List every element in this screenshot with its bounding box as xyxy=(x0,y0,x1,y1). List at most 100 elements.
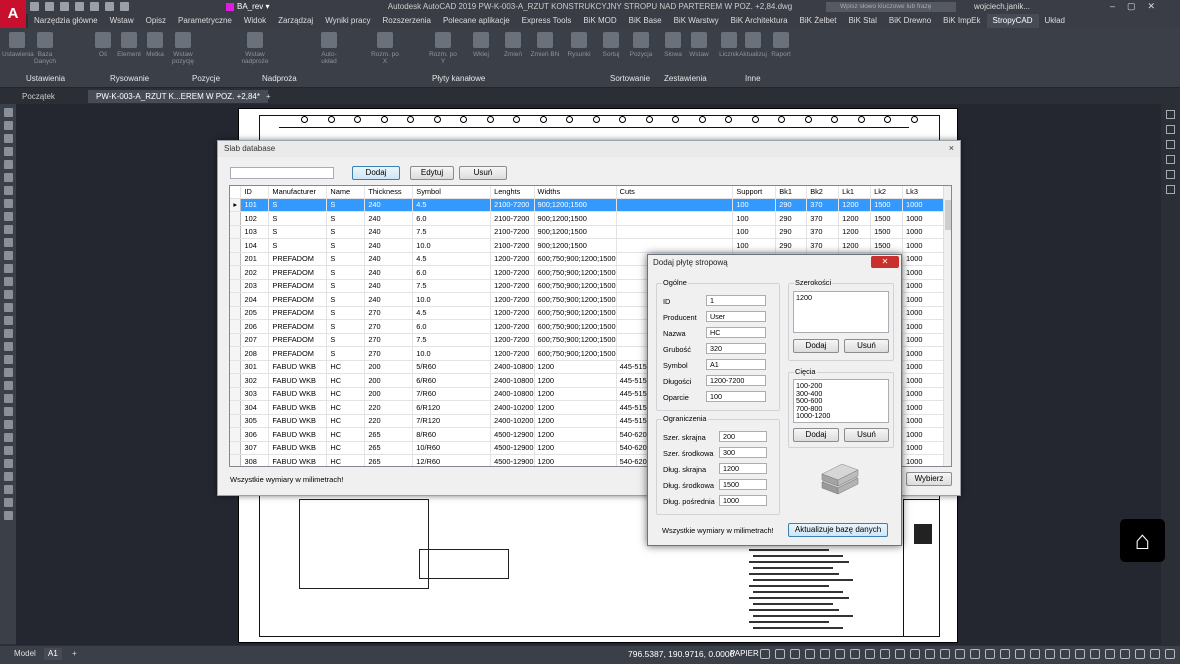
field-input[interactable]: 200 xyxy=(719,431,767,442)
row-header[interactable] xyxy=(230,427,242,442)
ribbon-tab-5[interactable]: Zarządzaj xyxy=(272,14,319,28)
user-account[interactable]: wojciech.janik... xyxy=(974,2,1030,11)
column-header[interactable]: Symbol xyxy=(412,186,492,199)
draw-tool-icon[interactable] xyxy=(3,225,13,234)
draw-tool-icon[interactable] xyxy=(3,459,13,468)
update-database-button[interactable]: Aktualizuje bazę danych xyxy=(788,523,888,537)
ribbon-button-0[interactable]: Ustawienia xyxy=(2,32,34,68)
column-header[interactable]: Bk1 xyxy=(775,186,808,199)
ribbon-button-7[interactable]: Auto-układ xyxy=(314,32,344,68)
status-toggle-icon[interactable] xyxy=(1105,649,1115,659)
save-as-icon[interactable] xyxy=(75,2,84,11)
draw-tool-icon[interactable] xyxy=(3,212,13,221)
ribbon-tab-8[interactable]: Polecane aplikacje xyxy=(437,14,516,28)
row-header[interactable] xyxy=(230,360,242,374)
ribbon-button-4[interactable]: Metka xyxy=(140,32,170,68)
steering-wheel-icon[interactable] xyxy=(1166,125,1175,134)
maximize-icon[interactable]: ▢ xyxy=(1127,1,1136,12)
status-toggle-icon[interactable] xyxy=(1030,649,1040,659)
ribbon-tab-9[interactable]: Express Tools xyxy=(516,14,578,28)
ribbon-button-11[interactable]: Zmień xyxy=(498,32,528,68)
ribbon-button-9[interactable]: Rozm. po Y xyxy=(428,32,458,68)
column-header[interactable]: Bk2 xyxy=(806,186,840,199)
row-header[interactable] xyxy=(230,319,242,334)
tab-start[interactable]: Początek xyxy=(14,90,63,103)
status-toggle-icon[interactable] xyxy=(850,649,860,659)
status-toggle-icon[interactable] xyxy=(955,649,965,659)
close-icon[interactable]: ✕ xyxy=(1148,1,1156,12)
draw-tool-icon[interactable] xyxy=(3,420,13,429)
app-menu-button[interactable]: A xyxy=(0,0,26,28)
ribbon-button-8[interactable]: Rozm. po X xyxy=(370,32,400,68)
ribbon-tab-13[interactable]: BiK Architektura xyxy=(725,14,794,28)
list-item[interactable]: 1200 xyxy=(796,294,886,302)
new-tab-button[interactable]: + xyxy=(258,90,279,103)
draw-tool-icon[interactable] xyxy=(3,316,13,325)
table-row[interactable]: 104 S S 240 10.0 2100-7200 900;1200;1500 100 290… xyxy=(230,238,951,253)
ribbon-tab-6[interactable]: Wyniki pracy xyxy=(319,14,376,28)
ribbon-button-6[interactable]: Wstaw nadproże xyxy=(240,32,270,68)
pan-icon[interactable] xyxy=(1166,140,1175,149)
table-row[interactable]: ▸ 101 S S 240 4.5 2100-7200 900;1200;1500 100 290… xyxy=(230,198,951,212)
ribbon-tab-12[interactable]: BiK Warstwy xyxy=(668,14,725,28)
field-input[interactable]: 1500 xyxy=(719,479,767,490)
ribbon-tab-17[interactable]: BiK ImpEk xyxy=(937,14,986,28)
showmotion-icon[interactable] xyxy=(1166,185,1175,194)
column-header[interactable]: ID xyxy=(240,186,270,199)
row-header[interactable] xyxy=(230,225,242,239)
ribbon-tab-0[interactable]: Narzędzia główne xyxy=(28,14,104,28)
undo-icon[interactable] xyxy=(105,2,114,11)
tab-drawing[interactable]: PW-K-003-A_RZUT K...EREM W POZ. +2,84* xyxy=(88,90,268,103)
row-header[interactable] xyxy=(230,306,242,320)
status-toggle-icon[interactable] xyxy=(880,649,890,659)
row-header[interactable] xyxy=(230,400,242,415)
delete-width-button[interactable]: Usuń xyxy=(844,339,889,353)
new-icon[interactable] xyxy=(30,2,39,11)
column-header[interactable]: Lk2 xyxy=(870,186,904,199)
search-input[interactable]: Wpisz słowo kluczowe lub frazę xyxy=(826,2,956,12)
field-input[interactable]: A1 xyxy=(706,359,766,370)
ribbon-button-17[interactable]: Wstaw xyxy=(684,32,714,68)
minimize-icon[interactable]: – xyxy=(1110,1,1115,12)
cuts-list[interactable]: 100-200 300-400 500-600 700-800 1000-1200 xyxy=(793,379,889,423)
row-header[interactable] xyxy=(230,387,242,401)
column-header[interactable]: Lk1 xyxy=(838,186,872,199)
status-toggle-icon[interactable] xyxy=(1000,649,1010,659)
status-toggle-icon[interactable] xyxy=(940,649,950,659)
draw-tool-icon[interactable] xyxy=(3,238,13,247)
redo-icon[interactable] xyxy=(120,2,129,11)
field-input[interactable]: 100 xyxy=(706,391,766,402)
status-toggle-icon[interactable] xyxy=(865,649,875,659)
ribbon-tab-14[interactable]: BiK Żelbet xyxy=(794,14,843,28)
column-header[interactable]: Name xyxy=(326,186,366,199)
delete-cut-button[interactable]: Usuń xyxy=(844,428,889,442)
column-header[interactable]: Manufacturer xyxy=(268,186,328,199)
row-header[interactable]: ▸ xyxy=(230,198,242,212)
draw-tool-icon[interactable] xyxy=(3,381,13,390)
field-input[interactable]: HC xyxy=(706,327,766,338)
draw-tool-icon[interactable] xyxy=(3,264,13,273)
row-header[interactable] xyxy=(230,238,242,253)
draw-tool-icon[interactable] xyxy=(3,407,13,416)
close-icon[interactable]: × xyxy=(949,143,954,153)
ribbon-button-5[interactable]: Wstaw pozycję xyxy=(168,32,198,68)
ribbon-button-14[interactable]: Sortuj xyxy=(596,32,626,68)
layout-tab[interactable]: A1 xyxy=(44,648,62,660)
status-toggle-icon[interactable] xyxy=(1135,649,1145,659)
row-header[interactable] xyxy=(230,373,242,388)
status-toggle-icon[interactable] xyxy=(790,649,800,659)
row-header[interactable] xyxy=(230,292,242,307)
row-header[interactable] xyxy=(230,414,242,428)
status-toggle-icon[interactable] xyxy=(835,649,845,659)
status-toggle-icon[interactable] xyxy=(1090,649,1100,659)
column-header[interactable]: Lenghts xyxy=(490,186,535,199)
draw-tool-icon[interactable] xyxy=(3,199,13,208)
status-toggle-icon[interactable] xyxy=(760,649,770,659)
status-toggle-icon[interactable] xyxy=(820,649,830,659)
open-icon[interactable] xyxy=(45,2,54,11)
status-toggle-icon[interactable] xyxy=(1150,649,1160,659)
draw-tool-icon[interactable] xyxy=(3,433,13,442)
ribbon-button-15[interactable]: Pozycja xyxy=(626,32,656,68)
draw-tool-icon[interactable] xyxy=(3,342,13,351)
add-button[interactable]: Dodaj xyxy=(352,166,400,180)
